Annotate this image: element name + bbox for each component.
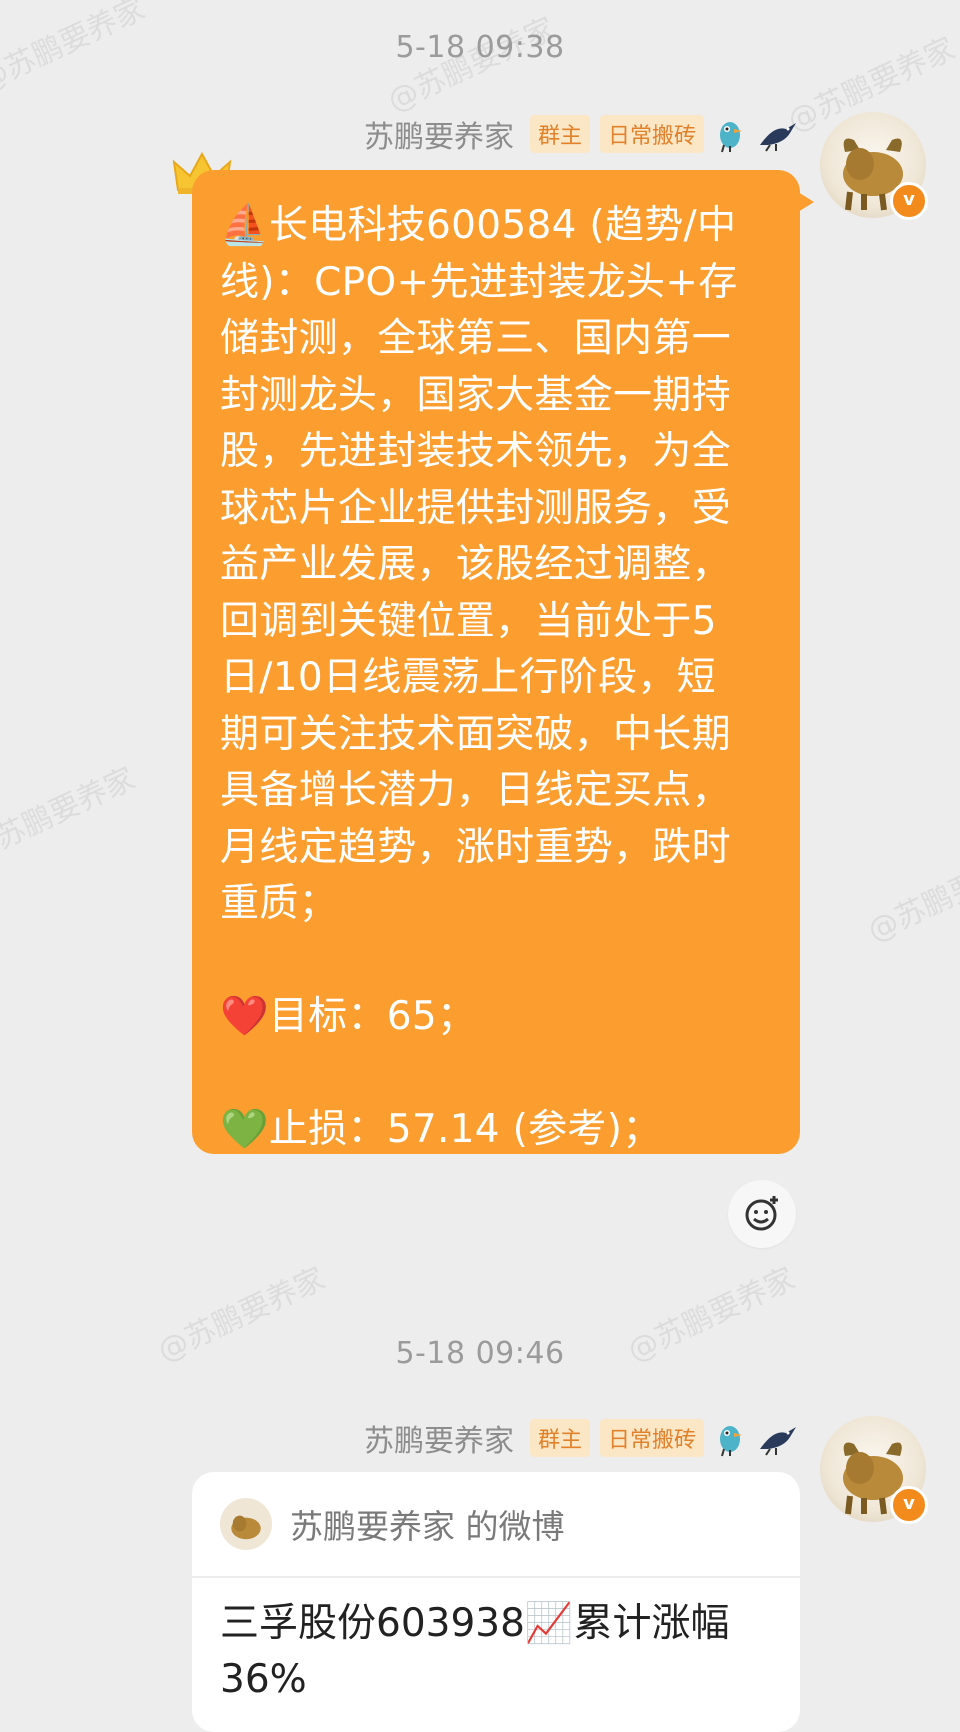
bird-dark-icon bbox=[756, 115, 800, 153]
bull-logo-icon bbox=[231, 1515, 261, 1540]
verified-badge-icon: v bbox=[890, 182, 928, 220]
smiley-plus-icon bbox=[745, 1196, 778, 1231]
card-body: 三孚股份603938📈累计涨幅36% bbox=[220, 1601, 730, 1702]
message-header: 苏鹏要养家 群主 日常搬砖 bbox=[364, 1416, 800, 1460]
bird-blue-icon bbox=[714, 115, 746, 153]
bird-blue-icon bbox=[714, 1419, 746, 1457]
card-title: 苏鹏要养家 的微博 bbox=[290, 1507, 565, 1546]
card-avatar bbox=[220, 1498, 272, 1550]
avatar[interactable]: v bbox=[820, 112, 928, 220]
message-text: ⛵长电科技600584 (趋势/中 线)：CPO+先进封装龙头+存 储封测，全球… bbox=[220, 203, 738, 1152]
message-bubble[interactable]: ⛵长电科技600584 (趋势/中 线)：CPO+先进封装龙头+存 储封测，全球… bbox=[192, 170, 814, 1154]
watermark: @苏鹏要养家 bbox=[862, 841, 960, 950]
title-badge: 日常搬砖 bbox=[599, 115, 704, 153]
role-badge: 群主 bbox=[529, 1419, 590, 1457]
sender-name[interactable]: 苏鹏要养家 bbox=[364, 1416, 514, 1460]
message-header: 苏鹏要养家 群主 日常搬砖 bbox=[364, 112, 800, 156]
add-reaction-button[interactable] bbox=[728, 1180, 796, 1248]
weibo-share-card[interactable]: 苏鹏要养家 的微博 三孚股份603938📈累计涨幅36% bbox=[192, 1472, 800, 1732]
bird-dark-icon bbox=[756, 1419, 800, 1457]
message-timestamp: 5-18 09:38 bbox=[395, 30, 565, 65]
avatar[interactable]: v bbox=[820, 1416, 928, 1524]
message-timestamp: 5-18 09:46 bbox=[395, 1336, 565, 1371]
watermark: @苏鹏要养家 bbox=[0, 761, 141, 870]
verified-badge-icon: v bbox=[890, 1486, 928, 1524]
role-badge: 群主 bbox=[529, 115, 590, 153]
card-header: 苏鹏要养家 的微博 bbox=[192, 1472, 800, 1578]
title-badge: 日常搬砖 bbox=[599, 1419, 704, 1457]
sender-name[interactable]: 苏鹏要养家 bbox=[364, 112, 514, 156]
